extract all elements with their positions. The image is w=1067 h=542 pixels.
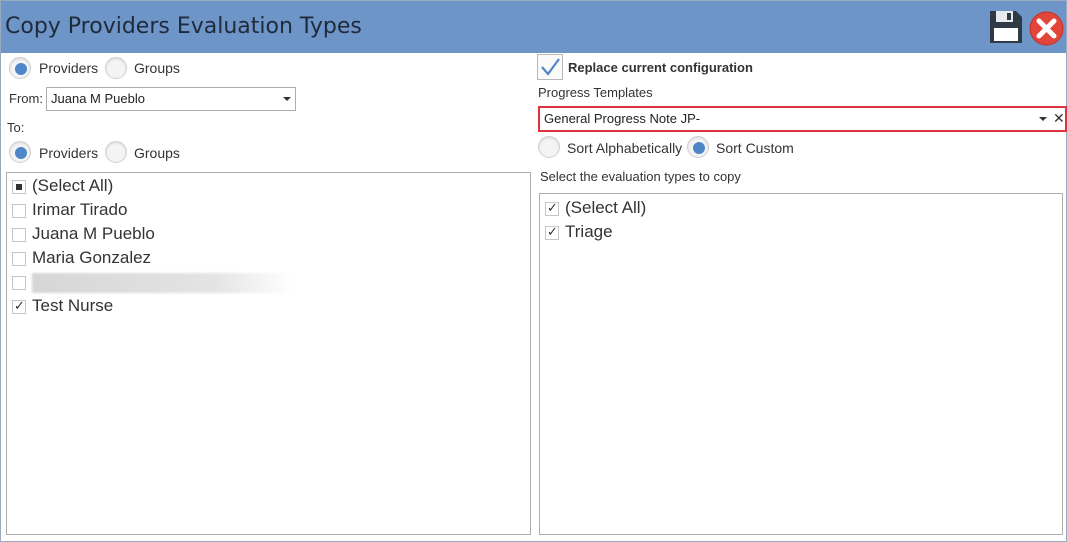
from-provider-value: Juana M Pueblo: [51, 91, 145, 106]
provider-checkbox[interactable]: [12, 228, 26, 242]
list-item-label: Irimar Tirado: [32, 200, 128, 219]
list-item[interactable]: [11, 271, 511, 295]
close-icon: [1029, 11, 1064, 46]
provider-checkbox[interactable]: [12, 252, 26, 266]
to-label: To:: [7, 120, 25, 135]
clear-icon[interactable]: ✕: [1053, 110, 1065, 127]
checkmark-icon: [541, 58, 560, 76]
eval-type-checkbox[interactable]: [545, 224, 559, 240]
list-item-label: Juana M Pueblo: [32, 224, 155, 243]
eval-types-caption: Select the evaluation types to copy: [540, 169, 741, 184]
target-providers-radio[interactable]: [9, 141, 31, 163]
provider-checkbox[interactable]: [12, 204, 26, 218]
list-item-label: Test Nurse: [32, 296, 114, 315]
list-item[interactable]: Triage: [544, 221, 1044, 245]
sort-alpha-label: Sort Alphabetically: [567, 140, 683, 156]
source-groups-label: Groups: [134, 60, 180, 76]
target-groups-radio[interactable]: [105, 141, 127, 163]
replace-config-label: Replace current configuration: [568, 60, 753, 75]
list-item-label: Maria Gonzalez: [32, 248, 152, 267]
sort-custom-label: Sort Custom: [716, 140, 794, 156]
eval-types-list[interactable]: (Select All) Triage: [539, 193, 1063, 535]
title-bar: Copy Providers Evaluation Types: [1, 1, 1066, 53]
list-item[interactable]: Maria Gonzalez: [11, 247, 511, 271]
redacted-name: [32, 273, 292, 293]
copy-providers-dialog: Copy Providers Evaluation Types Provider…: [0, 0, 1067, 542]
sort-custom-radio[interactable]: [687, 136, 709, 158]
target-groups-label: Groups: [134, 145, 180, 161]
list-item[interactable]: Juana M Pueblo: [11, 223, 511, 247]
chevron-down-icon: [1039, 117, 1047, 121]
dialog-title: Copy Providers Evaluation Types: [5, 14, 362, 39]
target-providers-list[interactable]: (Select All) Irimar Tirado Juana M Puebl…: [6, 172, 531, 535]
provider-checkbox[interactable]: [12, 276, 26, 290]
sort-alpha-radio[interactable]: [538, 136, 560, 158]
list-item-label: Triage: [565, 222, 613, 241]
floppy-disk-icon: [990, 11, 1022, 43]
list-item[interactable]: Irimar Tirado: [11, 199, 511, 223]
from-label: From:: [9, 91, 43, 106]
from-provider-select[interactable]: Juana M Pueblo: [46, 87, 296, 111]
provider-checkbox[interactable]: [12, 298, 26, 314]
replace-config-checkbox[interactable]: [537, 54, 563, 80]
list-item[interactable]: (Select All): [11, 175, 511, 199]
select-all-checkbox[interactable]: [12, 180, 26, 194]
progress-templates-label: Progress Templates: [538, 85, 653, 100]
chevron-down-icon: [283, 97, 291, 101]
progress-template-select[interactable]: General Progress Note JP- ✕: [538, 106, 1067, 132]
list-item-label: (Select All): [565, 198, 647, 217]
save-button[interactable]: [989, 10, 1023, 44]
list-item-label: (Select All): [32, 176, 114, 195]
target-providers-label: Providers: [39, 145, 99, 161]
source-providers-label: Providers: [39, 60, 99, 76]
close-button[interactable]: [1029, 11, 1064, 46]
select-all-checkbox[interactable]: [545, 200, 559, 216]
source-groups-radio[interactable]: [105, 57, 127, 79]
list-item[interactable]: (Select All): [544, 197, 1044, 221]
progress-template-value: General Progress Note JP-: [544, 111, 701, 126]
list-item[interactable]: Test Nurse: [11, 295, 511, 319]
source-providers-radio[interactable]: [9, 57, 31, 79]
